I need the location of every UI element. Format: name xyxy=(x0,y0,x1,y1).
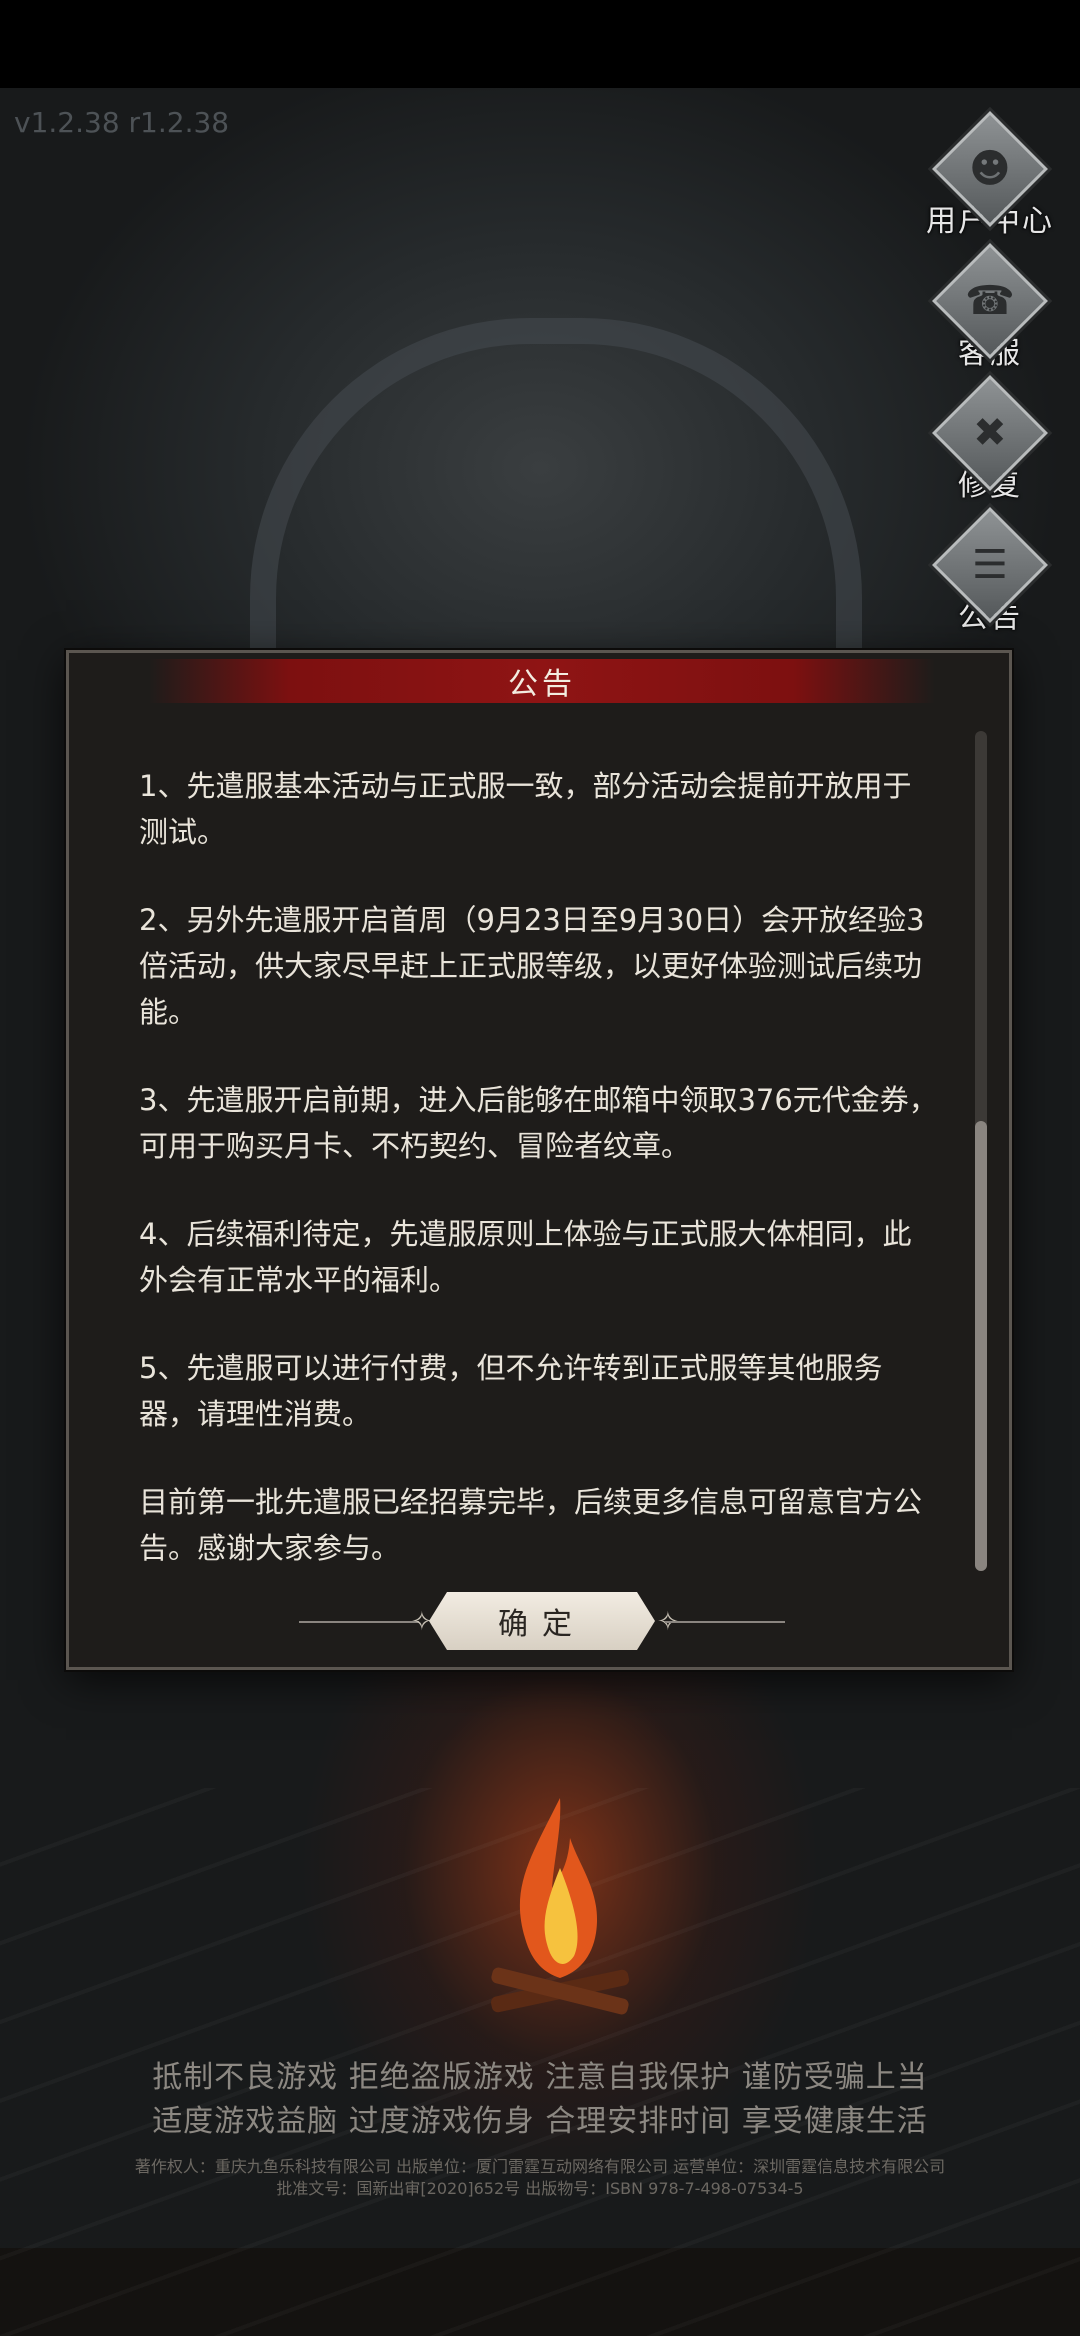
health-notice-line: 适度游戏益脑 过度游戏伤身 合理安排时间 享受健康生活 xyxy=(152,2104,928,2139)
dialog-title-bar: 公告 xyxy=(149,659,935,703)
confirm-button[interactable]: 确定 xyxy=(429,1592,655,1650)
copyright-info: 著作权人：重庆九鱼乐科技有限公司 出版单位：厦门雷霆互动网络有限公司 运营单位：… xyxy=(0,2156,1080,2200)
copyright-line: 批准文号：国新出审[2020]652号 出版物号：ISBN 978-7-498-… xyxy=(276,2179,804,2198)
announcement-content[interactable]: 1、先遣服基本活动与正式服一致，部分活动会提前开放用于测试。 2、另外先遣服开启… xyxy=(139,763,939,1593)
announcement-paragraph: 3、先遣服开启前期，进入后能够在邮箱中领取376元代金券，可用于购买月卡、不朽契… xyxy=(139,1083,938,1163)
divider xyxy=(299,1621,419,1623)
repair-button[interactable]: ✖ 修复 xyxy=(915,375,1065,504)
announcement-paragraph: 5、先遣服可以进行付费，但不允许转到正式服等其他服务器，请理性消费。 xyxy=(139,1351,883,1431)
confirm-label: 确定 xyxy=(498,1607,586,1642)
announcement-paragraph: 2、另外先遣服开启首周（9月23日至9月30日）会开放经验3倍活动，供大家尽早赶… xyxy=(139,903,925,1029)
announcement-paragraph: 4、后续福利待定，先遣服原则上体验与正式服大体相同，此外会有正常水平的福利。 xyxy=(139,1217,912,1297)
announcement-paragraph: 目前第一批先遣服已经招募完毕，后续更多信息可留意官方公告。感谢大家参与。 xyxy=(139,1485,923,1565)
copyright-line: 著作权人：重庆九鱼乐科技有限公司 出版单位：厦门雷霆互动网络有限公司 运营单位：… xyxy=(134,2157,946,2176)
user-center-button[interactable]: ☻ 用户中心 xyxy=(915,111,1065,240)
customer-service-button[interactable]: ☎ 客服 xyxy=(915,243,1065,372)
dialog-title: 公告 xyxy=(508,667,576,702)
divider xyxy=(665,1621,785,1623)
ornament-icon: ✧ xyxy=(411,1607,433,1637)
version-label: v1.2.38 r1.2.38 xyxy=(14,106,230,139)
announcement-button[interactable]: ☰ 公告 xyxy=(915,507,1065,636)
health-gaming-notice: 抵制不良游戏 拒绝盗版游戏 注意自我保护 谨防受骗上当 适度游戏益脑 过度游戏伤… xyxy=(0,2056,1080,2144)
health-notice-line: 抵制不良游戏 拒绝盗版游戏 注意自我保护 谨防受骗上当 xyxy=(152,2060,928,2095)
confirm-button-group: ✧ 确定 ✧ xyxy=(299,1587,785,1657)
scrollbar-thumb[interactable] xyxy=(975,1121,987,1571)
campfire-icon xyxy=(490,1798,630,2015)
content-scrollbar[interactable] xyxy=(975,731,987,1571)
announcement-paragraph: 1、先遣服基本活动与正式服一致，部分活动会提前开放用于测试。 xyxy=(139,769,912,849)
announcement-dialog: 公告 1、先遣服基本活动与正式服一致，部分活动会提前开放用于测试。 2、另外先遣… xyxy=(66,650,1012,1670)
status-bar xyxy=(0,0,1080,88)
